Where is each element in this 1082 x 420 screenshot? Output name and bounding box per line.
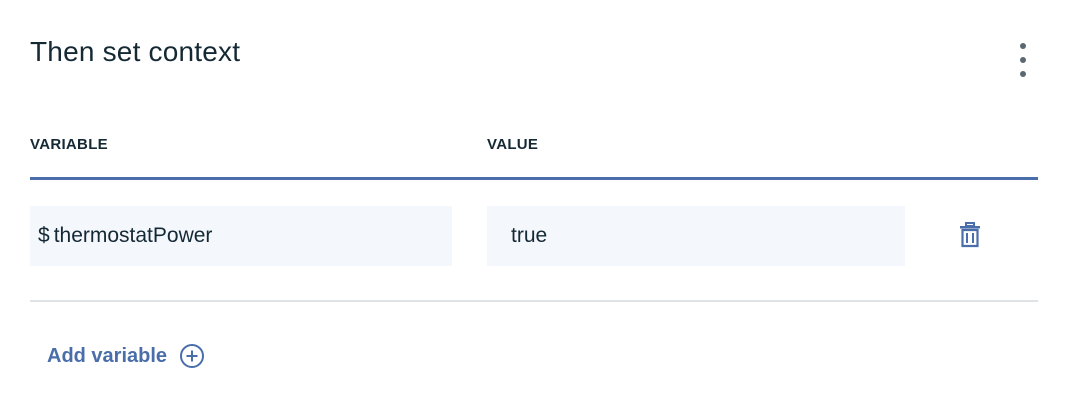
- variable-prefix: $: [38, 224, 50, 247]
- add-variable-button[interactable]: Add variable: [47, 343, 205, 369]
- table-header: VARIABLE VALUE: [30, 136, 1038, 180]
- overflow-menu-button[interactable]: [1008, 40, 1038, 80]
- trash-icon[interactable]: [958, 222, 982, 248]
- column-header-variable: VARIABLE: [30, 136, 108, 153]
- add-variable-label: Add variable: [47, 344, 168, 367]
- variable-value-field[interactable]: true: [487, 206, 905, 266]
- variable-value-text: true: [511, 224, 548, 247]
- variable-name-field[interactable]: $ thermostatPower: [30, 206, 452, 266]
- row-divider: [30, 300, 1038, 302]
- overflow-menu-dot: [1020, 57, 1026, 63]
- variable-name-text: thermostatPower: [53, 224, 213, 247]
- add-circle-icon: [180, 344, 205, 368]
- overflow-menu-vertical-icon: [1020, 43, 1026, 49]
- section-title: Then set context: [30, 36, 241, 67]
- overflow-menu-dot: [1020, 71, 1026, 77]
- column-header-value: VALUE: [487, 136, 539, 153]
